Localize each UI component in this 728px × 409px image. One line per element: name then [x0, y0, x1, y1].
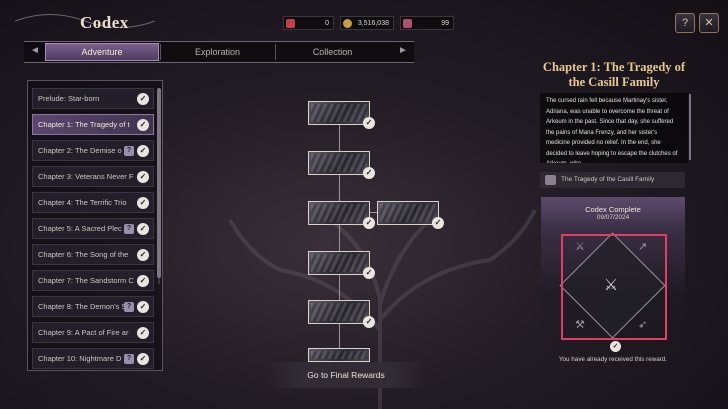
hint-icon: ? [124, 302, 134, 312]
close-icon: ✕ [704, 17, 714, 29]
story-node-art [380, 204, 436, 222]
checkmark-icon: ✓ [137, 171, 149, 183]
hint-icon: ? [124, 146, 134, 156]
chapter-detail-title: Chapter 1: The Tragedy of the Casill Fam… [542, 60, 686, 89]
chapter-label: Chapter 3: Veterans Never F [38, 172, 134, 181]
chapter-item-1[interactable]: Chapter 1: The Tragedy of t ✓ [32, 114, 154, 135]
tab-collection[interactable]: Collection [276, 43, 389, 61]
checkmark-icon: ✓ [363, 267, 375, 279]
chapter-label: Chapter 7: The Sandstorm C [38, 276, 134, 285]
checkmark-icon: ✓ [363, 217, 375, 229]
chapter-label: Chapter 6: The Song of the [38, 250, 129, 259]
chapter-item-10[interactable]: Chapter 10: Nightmare D? ✓ [32, 348, 154, 369]
chapter-item-5[interactable]: Chapter 5: A Sacred Plec? ✓ [32, 218, 154, 239]
checkmark-icon: ✓ [137, 223, 149, 235]
story-node-art [311, 154, 367, 172]
chapter-label: Chapter 8: The Demon's Sm [38, 302, 133, 311]
hint-icon: ? [124, 224, 134, 234]
chapter-item-2[interactable]: Chapter 2: The Demise o? ✓ [32, 140, 154, 161]
crystal-icon [403, 19, 412, 28]
chapter-label: Chapter 5: A Sacred Plec [38, 224, 122, 233]
checkmark-icon: ✓ [137, 249, 149, 261]
help-book-button[interactable]: ? [675, 13, 695, 33]
story-node-art [311, 104, 367, 122]
chapter-list-scroll-thumb[interactable] [157, 88, 161, 278]
chapter-label: Prelude: Star-born [38, 94, 100, 103]
story-node-art [311, 254, 367, 272]
reward-received-note: You have already received this reward. [558, 356, 668, 363]
checkmark-icon: ✓ [137, 119, 149, 131]
story-node[interactable]: ✓ [308, 151, 375, 179]
resource-gold-value: 3,516,038 [357, 19, 389, 27]
story-tag[interactable]: The Tragedy of the Casill Family [540, 172, 685, 188]
reward-claimed-check-icon: ✓ [610, 341, 621, 352]
codex-complete-label: Codex Complete [585, 205, 641, 214]
hint-icon: ? [124, 354, 134, 364]
resource-crystals[interactable]: 99 [400, 16, 454, 30]
story-thumbnail-icon [545, 175, 556, 185]
checkmark-icon: ✓ [137, 145, 149, 157]
story-node-art [311, 303, 367, 321]
chapter-item-4[interactable]: Chapter 4: The Terrific Trio ✓ [32, 192, 154, 213]
checkmark-icon: ✓ [363, 316, 375, 328]
resource-gems[interactable]: 0 [283, 16, 334, 30]
help-book-icon: ? [681, 17, 689, 29]
checkmark-icon: ✓ [137, 197, 149, 209]
chapter-item-8[interactable]: Chapter 8: The Demon's Sm? ✓ [32, 296, 154, 317]
close-button[interactable]: ✕ [699, 13, 719, 33]
checkmark-icon: ✓ [137, 301, 149, 313]
story-node[interactable]: ✓ [308, 101, 375, 129]
gold-coin-icon [343, 19, 352, 28]
checkmark-icon: ✓ [363, 117, 375, 129]
chapter-label: Chapter 1: The Tragedy of t [38, 120, 130, 129]
tabbar-right-ornament-icon: ► [398, 45, 408, 56]
checkmark-icon: ✓ [137, 275, 149, 287]
tabbar-left-ornament-icon: ◄ [30, 45, 40, 56]
codex-complete-date: 09/07/2024 [596, 214, 630, 221]
chapter-item-9[interactable]: Chapter 9: A Pact of Fire ar ✓ [32, 322, 154, 343]
resource-gems-value: 0 [325, 19, 329, 27]
checkmark-icon: ✓ [432, 217, 444, 229]
chapter-item-3[interactable]: Chapter 3: Veterans Never F ✓ [32, 166, 154, 187]
chapter-label: Chapter 9: A Pact of Fire ar [38, 328, 129, 337]
story-node-art [311, 351, 367, 359]
story-node[interactable]: ✓ [308, 300, 375, 328]
checkmark-icon: ✓ [137, 327, 149, 339]
final-rewards-button[interactable]: Go to Final Rewards [268, 362, 424, 388]
reward-highlight-box [561, 234, 667, 340]
checkmark-icon: ✓ [137, 93, 149, 105]
tab-exploration[interactable]: Exploration [161, 43, 274, 61]
page-title: Codex [80, 13, 129, 32]
story-node[interactable] [308, 348, 370, 362]
checkmark-icon: ✓ [363, 167, 375, 179]
tab-adventure[interactable]: Adventure [45, 43, 159, 61]
chapter-item-prelude[interactable]: Prelude: Star-born ✓ [32, 88, 154, 109]
resource-gold[interactable]: 3,516,038 [340, 16, 394, 30]
story-scrollbar[interactable] [689, 94, 691, 160]
chapter-item-6[interactable]: Chapter 6: The Song of the ✓ [32, 244, 154, 265]
gem-icon [286, 19, 295, 28]
story-node[interactable]: ✓ [308, 201, 375, 229]
story-node[interactable]: ✓ [308, 251, 375, 279]
story-tag-label: The Tragedy of the Casill Family [561, 176, 655, 183]
checkmark-icon: ✓ [137, 353, 149, 365]
chapter-label: Chapter 10: Nightmare D [38, 354, 122, 363]
story-node-side[interactable]: ✓ [377, 201, 444, 229]
chapter-label: Chapter 2: The Demise o [38, 146, 122, 155]
chapter-story-text: The cursed rain fell because Martinay's … [540, 93, 688, 163]
chapter-list[interactable]: Prelude: Star-born ✓ Chapter 1: The Trage… [32, 88, 154, 374]
resource-bar: 0 3,516,038 99 [283, 16, 454, 30]
story-node-art [311, 204, 367, 222]
chapter-label: Chapter 4: The Terrific Trio [38, 198, 127, 207]
resource-crystals-value: 99 [441, 19, 449, 27]
chapter-item-7[interactable]: Chapter 7: The Sandstorm C ✓ [32, 270, 154, 291]
